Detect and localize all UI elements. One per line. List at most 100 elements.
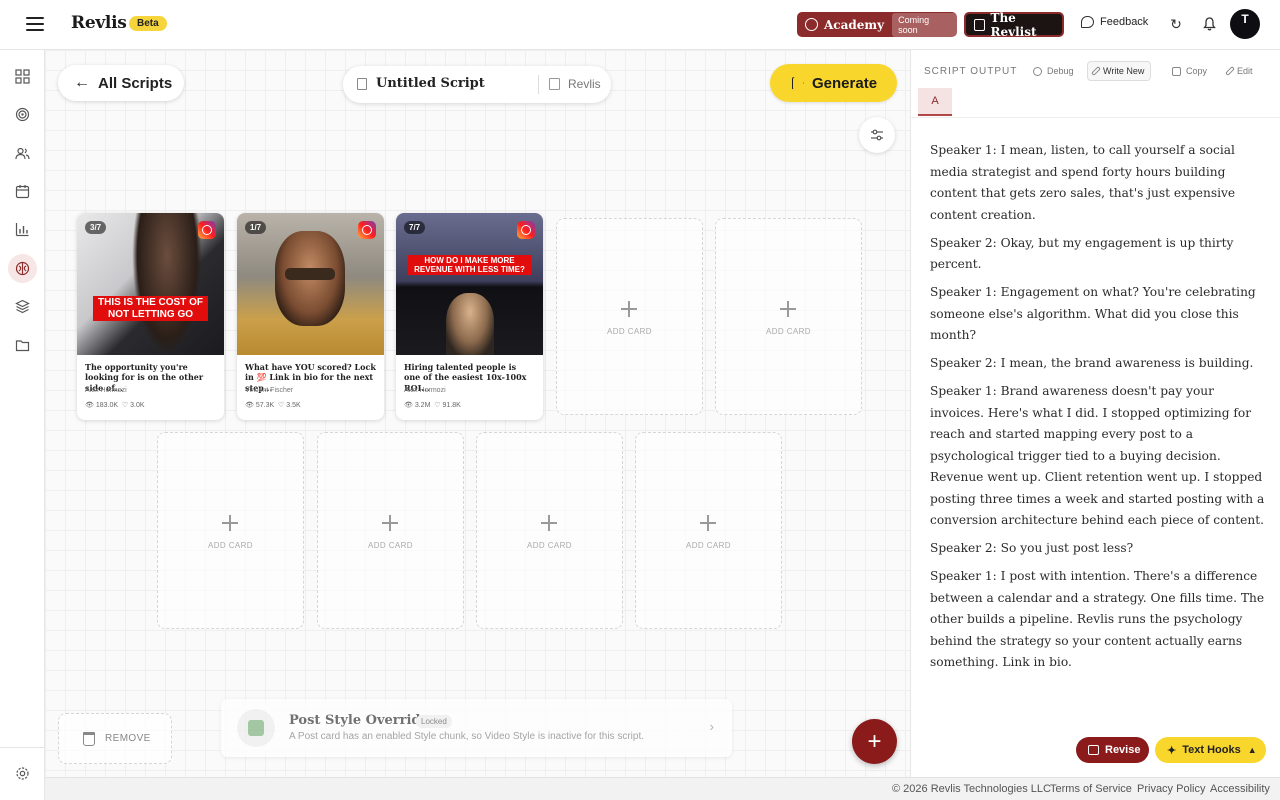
add-card-label: ADD CARD — [766, 327, 811, 336]
revise-button[interactable]: Revise — [1076, 737, 1149, 763]
play-icon — [792, 76, 804, 90]
add-card-slot[interactable]: ADD CARD — [317, 432, 464, 629]
menu-icon[interactable] — [26, 17, 44, 33]
pill-divider — [538, 75, 539, 94]
script-line: Speaker 2: Okay, but my engagement is up… — [930, 235, 1234, 272]
script-line: Speaker 1: I post with intention. There'… — [930, 569, 1265, 669]
academy-button[interactable]: Academy Coming soon — [797, 12, 957, 37]
post-overlay-caption: HOW DO I MAKE MORE REVENUE WITH LESS TIM… — [408, 255, 531, 276]
add-card-slot[interactable]: ADD CARD — [556, 218, 703, 415]
carousel-count: 7/7 — [404, 221, 426, 234]
pen-icon — [1091, 66, 1101, 76]
bug-icon — [1033, 66, 1042, 76]
add-fab-button[interactable]: + — [852, 719, 897, 764]
remove-drop-zone[interactable]: REMOVE — [58, 713, 172, 764]
add-card-label: ADD CARD — [368, 541, 413, 550]
write-new-button[interactable]: Write New — [1087, 61, 1152, 81]
add-card-label: ADD CARD — [527, 541, 572, 550]
tab-variant-a[interactable]: A — [918, 88, 952, 116]
plus-icon — [220, 513, 240, 533]
text-hooks-button[interactable]: ✦ Text Hooks ▲ — [1155, 737, 1266, 763]
debug-button[interactable]: Debug — [1033, 61, 1074, 81]
dashboard-grid-icon[interactable] — [8, 62, 37, 91]
post-card[interactable]: HOW DO I MAKE MORE REVENUE WITH LESS TIM… — [396, 213, 543, 420]
chevron-up-icon: ▲ — [1247, 745, 1257, 755]
filter-sliders-button[interactable] — [859, 117, 895, 153]
feedback-button[interactable]: Feedback — [1081, 16, 1148, 28]
add-card-label: ADD CARD — [686, 541, 731, 550]
plus-icon — [619, 299, 639, 319]
script-line: Speaker 2: So you just post less? — [930, 541, 1134, 555]
script-title[interactable]: Untitled Script — [376, 76, 485, 91]
add-card-slot[interactable]: ADD CARD — [476, 432, 623, 629]
message-icon — [1088, 745, 1099, 755]
plus-icon — [698, 513, 718, 533]
plus-icon — [539, 513, 559, 533]
copy-button[interactable]: Copy — [1172, 61, 1207, 81]
add-card-slot[interactable]: ADD CARD — [157, 432, 304, 629]
add-card-slot[interactable]: ADD CARD — [635, 432, 782, 629]
academy-icon — [805, 18, 818, 31]
revlist-icon — [974, 18, 985, 31]
accessibility-link[interactable]: Accessibility — [1210, 783, 1270, 795]
script-title-pill[interactable]: Untitled Script Revlis — [343, 66, 611, 103]
post-style-override-panel[interactable]: Post Style Override Locked A Post card h… — [221, 699, 732, 757]
all-scripts-label: All Scripts — [98, 74, 173, 92]
edit-button[interactable]: Edit — [1225, 61, 1253, 81]
script-line: Speaker 1: Brand awareness doesn't pay y… — [930, 384, 1265, 527]
post-likes: 91.8K — [442, 402, 461, 409]
revlist-button[interactable]: The Revlist — [964, 11, 1064, 39]
post-card[interactable]: 1/7 What have YOU scored? Lock in 💯 Link… — [237, 213, 384, 420]
layers-icon[interactable] — [8, 292, 37, 321]
edit-label: Edit — [1237, 66, 1253, 76]
folder-icon[interactable] — [8, 331, 37, 360]
arrow-left-icon: ← — [74, 74, 90, 91]
add-card-label: ADD CARD — [607, 327, 652, 336]
settings-gear-icon[interactable] — [8, 759, 37, 788]
top-bar: Revlis Beta Academy Coming soon The Revl… — [0, 0, 1280, 50]
post-views: 3.2M — [414, 402, 431, 409]
generate-label: Generate — [812, 74, 878, 92]
users-icon[interactable] — [8, 139, 37, 168]
puzzle-piece-icon — [237, 709, 275, 747]
post-views: 183.0K — [95, 402, 119, 409]
brain-icon[interactable] — [8, 254, 37, 283]
post-author: Alex Hormozi — [85, 387, 127, 394]
brand-selector[interactable]: Revlis — [568, 77, 601, 91]
all-scripts-button[interactable]: ← All Scripts — [58, 65, 184, 101]
post-overlay-caption: THIS IS THE COST OF NOT LETTING GO — [93, 296, 208, 321]
post-views: 57.3K — [255, 402, 275, 409]
instagram-icon — [198, 221, 216, 239]
app-logo[interactable]: Revlis — [71, 13, 127, 33]
post-author: Vincent Fischer — [245, 387, 294, 394]
override-description: A Post card has an enabled Style chunk, … — [289, 731, 645, 742]
academy-label: Academy — [823, 17, 885, 32]
feedback-label: Feedback — [1100, 16, 1149, 28]
post-likes: 3.0K — [130, 402, 145, 409]
carousel-count: 3/7 — [85, 221, 107, 234]
target-icon[interactable] — [8, 100, 37, 129]
plus-icon — [778, 299, 798, 319]
beta-badge: Beta — [129, 16, 167, 31]
remove-label: REMOVE — [105, 733, 151, 744]
post-stats: 👁 183.0K ♡ 3.0K — [85, 402, 145, 409]
post-likes: 3.5K — [286, 402, 301, 409]
terms-link[interactable]: Terms of Service — [1050, 783, 1132, 795]
sparkle-icon: ✦ — [1167, 744, 1177, 757]
instagram-icon — [358, 221, 376, 239]
refresh-icon[interactable]: ↻ — [1167, 15, 1185, 33]
post-card[interactable]: THIS IS THE COST OF NOT LETTING GO 3/7 T… — [77, 213, 224, 420]
post-stats: 👁 57.3K ♡ 3.5K — [245, 402, 301, 409]
add-card-slot[interactable]: ADD CARD — [715, 218, 862, 415]
analytics-chart-icon[interactable] — [8, 215, 37, 244]
privacy-link[interactable]: Privacy Policy — [1137, 783, 1205, 795]
script-text[interactable]: Speaker 1: I mean, listen, to call yours… — [930, 140, 1265, 680]
revise-label: Revise — [1105, 744, 1141, 756]
script-line: Speaker 2: I mean, the brand awareness i… — [930, 356, 1254, 370]
plus-icon — [380, 513, 400, 533]
copy-icon — [1172, 66, 1181, 76]
user-avatar[interactable]: T — [1230, 9, 1260, 39]
notifications-bell-icon[interactable] — [1200, 15, 1218, 33]
calendar-icon[interactable] — [8, 177, 37, 206]
generate-button[interactable]: Generate — [770, 64, 897, 102]
